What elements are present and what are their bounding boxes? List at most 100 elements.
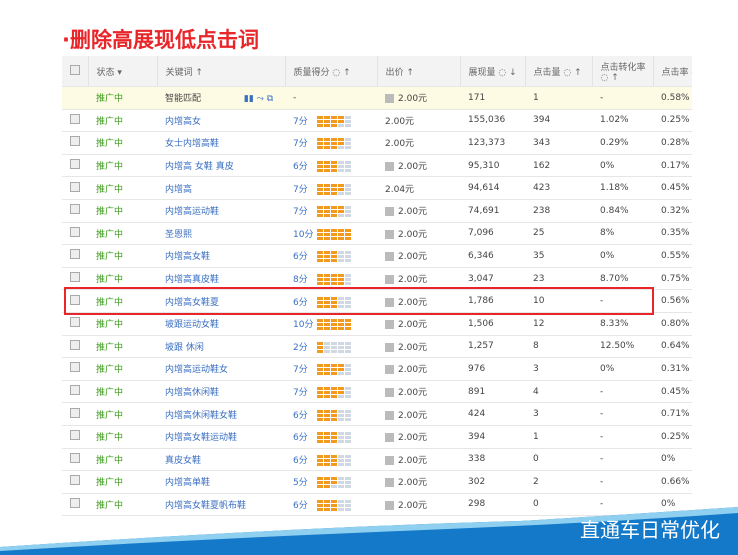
bid[interactable]: 2.00元	[377, 357, 460, 381]
bid[interactable]: 2.00元	[377, 425, 460, 449]
keyword-link[interactable]: 坡跟运动女鞋	[157, 312, 285, 336]
header-keyword[interactable]: 关键词 ↑	[156, 56, 285, 87]
quality-bar-cell	[324, 432, 330, 436]
quality-bar-cell	[331, 214, 337, 218]
row-checkbox[interactable]	[70, 181, 80, 192]
row-checkbox[interactable]	[70, 362, 80, 373]
keyword-link[interactable]: 圣恩熙	[157, 222, 285, 246]
keyword-link[interactable]: 内增高 女鞋 真皮	[157, 154, 285, 178]
ctr: 0.45%	[653, 380, 692, 404]
keyword-link[interactable]: 内增高休闲鞋女鞋	[157, 402, 285, 426]
header-clicks[interactable]: 点击量 ◌ ↑	[524, 56, 592, 87]
row-checkbox[interactable]	[70, 113, 80, 124]
row-checkbox[interactable]	[70, 339, 80, 350]
bid[interactable]: 2.00元	[377, 154, 460, 178]
row-checkbox[interactable]	[70, 407, 80, 418]
quality: 6分	[285, 244, 377, 268]
keyword-link[interactable]: 内增高运动鞋	[157, 199, 285, 223]
header-bid[interactable]: 出价 ↑	[376, 56, 460, 87]
conversion: 0%	[592, 154, 653, 178]
bid[interactable]: 2.00元	[377, 244, 460, 268]
keyword-link[interactable]: 内增高	[157, 176, 285, 200]
bid[interactable]: 2.00元	[377, 199, 460, 223]
bid[interactable]: 2.00元	[377, 335, 460, 359]
bid[interactable]: 2.00元	[377, 109, 460, 133]
quality-bar-cell	[317, 123, 323, 127]
row-checkbox[interactable]	[70, 272, 80, 283]
row-checkbox[interactable]	[70, 159, 80, 170]
row-checkbox[interactable]	[70, 249, 80, 260]
footer-title: 直通车日常优化	[580, 518, 720, 542]
quality-bar-cell	[317, 232, 323, 236]
bid-value: 2.00元	[398, 229, 428, 240]
quality-bar-cell	[324, 138, 330, 142]
quality-bar-cell	[338, 119, 344, 123]
impressions: 123,373	[460, 131, 525, 155]
quality-bar-cell	[338, 274, 344, 278]
row-checkbox[interactable]	[70, 317, 80, 328]
status: 推广中	[88, 402, 157, 426]
chart-tools-icon[interactable]: ▮▮ ⤳ ⧉	[244, 94, 273, 104]
keyword-link[interactable]: 内增高女鞋	[157, 244, 285, 268]
keyword-link[interactable]: 内增高休闲鞋	[157, 380, 285, 404]
bid-value: 2.00元	[398, 94, 428, 105]
quality-bar-cell	[331, 206, 337, 210]
header-quality[interactable]: 质量得分 ◌ ↑	[284, 56, 377, 87]
quality-bar-cell	[338, 417, 344, 421]
row-checkbox[interactable]	[70, 430, 80, 441]
bid[interactable]: 2.00元	[377, 448, 460, 472]
keyword-link[interactable]: 女士内增高鞋	[157, 131, 285, 155]
quality-bar-cell	[324, 278, 330, 282]
header-status[interactable]: 状态 ▾	[87, 56, 157, 87]
quality-bar-cell	[317, 327, 323, 331]
quality-bar-cell	[324, 206, 330, 210]
bid[interactable]: 2.00元	[377, 402, 460, 426]
bid[interactable]: 2.00元	[377, 380, 460, 404]
row-checkbox[interactable]	[70, 204, 80, 215]
keyword-link[interactable]: 坡跟 休闲	[157, 335, 285, 359]
quality-bar-cell	[331, 232, 337, 236]
bid[interactable]: 2.00元	[377, 131, 460, 155]
quality-bar-cell	[324, 251, 330, 255]
quality-bar-cell	[338, 345, 344, 349]
header-ctr[interactable]: 点击率 ◌	[652, 56, 692, 87]
bid-value: 2.00元	[398, 365, 428, 376]
quality-bar-cell	[331, 349, 337, 353]
quality-bar	[317, 477, 351, 489]
quality-bar-cell	[338, 123, 344, 127]
quality-bar-cell	[345, 345, 351, 349]
row-checkbox[interactable]	[70, 452, 80, 463]
quality-bar	[317, 206, 351, 218]
bid[interactable]: 2.00元	[377, 86, 460, 110]
keyword-link[interactable]: 内增高女	[157, 109, 285, 133]
quality-score: 7分	[293, 207, 308, 218]
quality-bar-cell	[338, 228, 344, 232]
quality: 10分	[285, 312, 377, 336]
quality-score: 6分	[293, 410, 308, 421]
bid[interactable]: 2.00元	[377, 470, 460, 494]
quality-bar-cell	[338, 206, 344, 210]
header-conversion[interactable]: 点击转化率 ◌ ↑	[591, 56, 653, 87]
bid[interactable]: 2.04元	[377, 176, 460, 200]
bid[interactable]: 2.00元	[377, 222, 460, 246]
row-checkbox[interactable]	[70, 385, 80, 396]
header-impressions[interactable]: 展现量 ◌ ↓	[459, 56, 525, 87]
quality-bar-cell	[317, 477, 323, 481]
keyword-link[interactable]: 内增高运动鞋女	[157, 357, 285, 381]
conversion: 1.02%	[592, 109, 653, 133]
select-all-checkbox[interactable]	[70, 64, 80, 75]
clicks: 423	[525, 176, 592, 200]
bid[interactable]: 2.00元	[377, 312, 460, 336]
quality-bar-cell	[317, 395, 323, 399]
table-row: 推广中 女士内增高鞋 7分 2.00元 123,373 343 0.29% 0.…	[62, 131, 692, 155]
keyword-link[interactable]: 内增高单鞋	[157, 470, 285, 494]
keyword-link[interactable]: 真皮女鞋	[157, 448, 285, 472]
quality-bar-cell	[324, 417, 330, 421]
row-checkbox[interactable]	[70, 475, 80, 486]
row-checkbox[interactable]	[70, 226, 80, 237]
row-checkbox[interactable]	[70, 136, 80, 147]
ctr: 0.31%	[653, 357, 692, 381]
keyword-link[interactable]: 内增高女鞋运动鞋	[157, 425, 285, 449]
table-row: 推广中 内增高女 7分 2.00元 155,036 394 1.02% 0.25…	[62, 109, 692, 133]
clicks: 35	[525, 244, 592, 268]
